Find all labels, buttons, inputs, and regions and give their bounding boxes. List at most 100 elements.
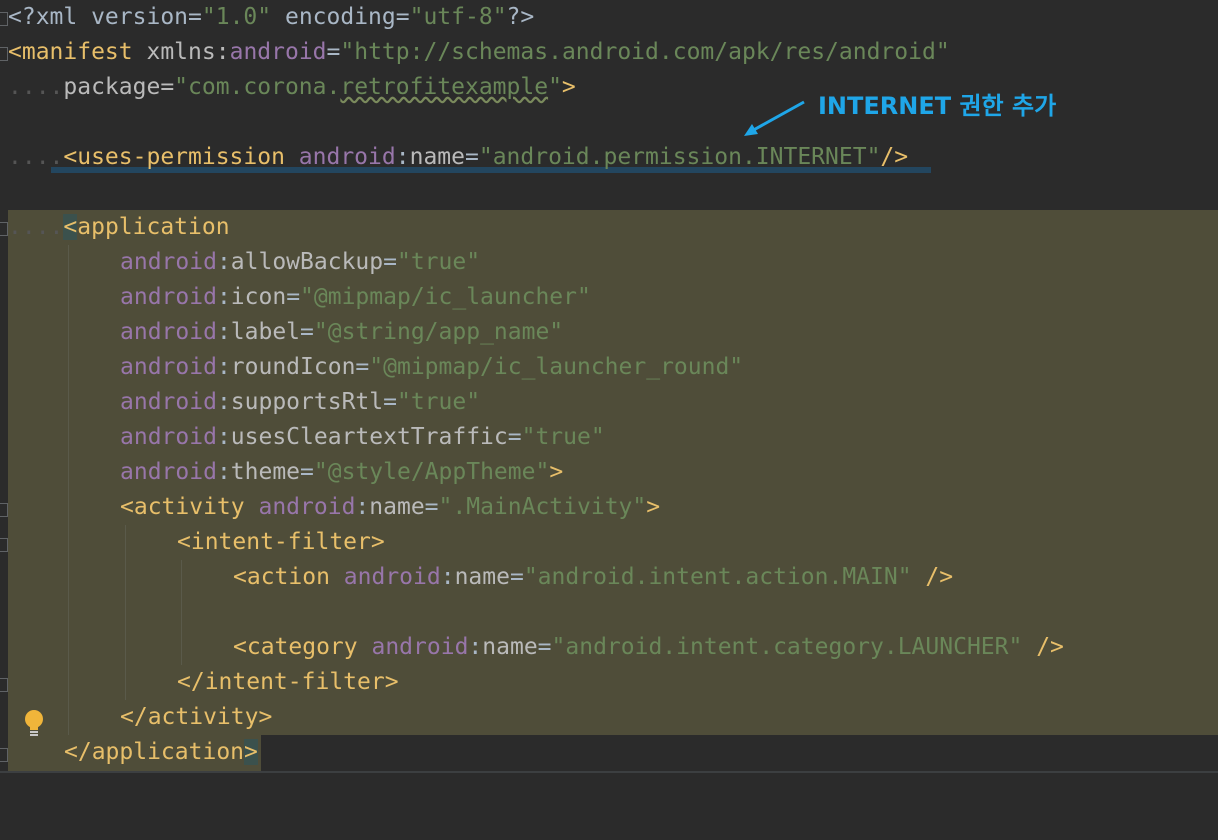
application-tag: application [77,214,230,240]
tag-end: > [549,459,564,485]
android-ns: android [229,39,327,65]
equals: = [286,284,301,310]
attr-name: usesCleartextTraffic [230,424,508,450]
code-line-1[interactable]: <?xml version="1.0" encoding="utf-8"?> [0,0,1218,35]
android-ns: android [120,319,217,345]
code-line-attr[interactable]: android:roundIcon="@mipmap/ic_launcher_r… [0,350,1218,385]
attr-value: "@style/AppTheme" [313,459,550,485]
activity-tag: <activity [120,494,259,520]
package-value-quote: " [548,74,562,100]
colon: : [216,284,231,310]
attr-name: theme [230,459,301,485]
permission-value: "android.permission.INTERNET" [478,144,881,170]
tag-end: > [646,494,661,520]
android-ns: android [371,634,469,660]
equals: = [300,459,314,485]
uses-permission-tag: <uses-permission [63,144,299,170]
colon: : [395,144,410,170]
code-line-intent-close[interactable]: </intent-filter> [0,665,1218,700]
attr-value: "@mipmap/ic_launcher" [300,284,591,310]
brace-match: > [244,739,258,765]
colon: : [440,564,455,590]
equals: = [507,424,522,450]
annotation-label: INTERNET 권한 추가 [818,92,1057,120]
code-editor[interactable]: <?xml version="1.0" encoding="utf-8"?> <… [0,0,1218,787]
action-tag: <action [233,564,344,590]
colon: : [216,354,231,380]
equals: = [424,494,439,520]
android-ns: android [298,144,396,170]
code-line-7[interactable]: ....<application [0,210,1218,245]
code-line-2[interactable]: <manifest xmlns:android="http://schemas.… [0,35,1218,70]
code-line-attr[interactable]: android:supportsRtl="true" [0,385,1218,420]
package-attr: package= [63,74,175,100]
equals: = [509,564,524,590]
colon: : [216,424,231,450]
indent-dots: .... [8,214,64,240]
colon: : [215,39,230,65]
code-line-attr[interactable]: android:allowBackup="true" [0,245,1218,280]
category-value: "android.intent.category.LAUNCHER" [551,634,1023,660]
code-line-attr[interactable]: android:icon="@mipmap/ic_launcher" [0,280,1218,315]
android-ns: android [120,249,217,275]
android-ns: android [120,424,217,450]
attr-name: label [230,319,301,345]
xmlns-attr: xmlns [146,39,216,65]
equals: = [300,319,314,345]
name-attr: name [369,494,425,520]
equals: = [383,249,397,275]
colon: : [355,494,370,520]
brace-match: < [63,214,78,240]
code-line-category[interactable]: <category android:name="android.intent.c… [0,630,1218,665]
name-attr: name [409,144,465,170]
intent-filter-close-tag: </intent-filter> [177,669,399,695]
colon: : [216,389,231,415]
name-attr: name [482,634,538,660]
code-line-attr[interactable]: android:theme="@style/AppTheme"> [0,455,1218,490]
xml-encoding-value: "utf-8" [409,4,507,30]
tag-end: /> [880,144,909,170]
tag-end: /> [911,564,954,590]
android-ns: android [343,564,441,590]
category-tag: <category [233,634,372,660]
colon: : [216,249,231,275]
activity-close-tag: </activity> [120,704,273,730]
equals: = [464,144,479,170]
arrow-icon [740,98,810,146]
code-line-activity[interactable]: <activity android:name=".MainActivity"> [0,490,1218,525]
package-value-part: "com.corona. [174,74,341,100]
lightbulb-icon[interactable] [21,708,47,744]
equals: = [326,39,341,65]
android-ns: android [120,354,217,380]
manifest-tag: <manifest [8,39,147,65]
application-close-tag: </application [64,739,245,765]
attr-value: "true" [396,249,481,275]
indent-dots: .... [8,144,64,170]
code-line-5[interactable]: ....<uses-permission android:name="andro… [0,140,1218,175]
attr-name: icon [230,284,287,310]
equals: = [355,354,370,380]
action-value: "android.intent.action.MAIN" [523,564,912,590]
indent-dots: .... [8,74,64,100]
colon: : [216,319,231,345]
code-line-intent-open[interactable]: <intent-filter> [0,525,1218,560]
activity-name-value: ".MainActivity" [438,494,647,520]
code-line-action[interactable]: <action android:name="android.intent.act… [0,560,1218,595]
xml-encoding-attr: encoding= [271,4,410,30]
attr-name: supportsRtl [230,389,384,415]
code-line-application-close[interactable]: </application> [0,735,1218,770]
code-line-activity-close[interactable]: </activity> [0,700,1218,735]
attr-value: "@mipmap/ic_launcher_round" [369,354,744,380]
attr-name: allowBackup [230,249,384,275]
android-ns: android [258,494,356,520]
android-ns: android [120,284,217,310]
android-ns: android [120,389,217,415]
equals: = [383,389,397,415]
code-line-attr[interactable]: android:label="@string/app_name" [0,315,1218,350]
xmlns-value: "http://schemas.android.com/apk/res/andr… [340,39,950,65]
colon: : [468,634,483,660]
name-attr: name [454,564,510,590]
code-line-attr[interactable]: android:usesCleartextTraffic="true" [0,420,1218,455]
tag-end: /> [1022,634,1064,660]
attr-value: "@string/app_name" [313,319,564,345]
